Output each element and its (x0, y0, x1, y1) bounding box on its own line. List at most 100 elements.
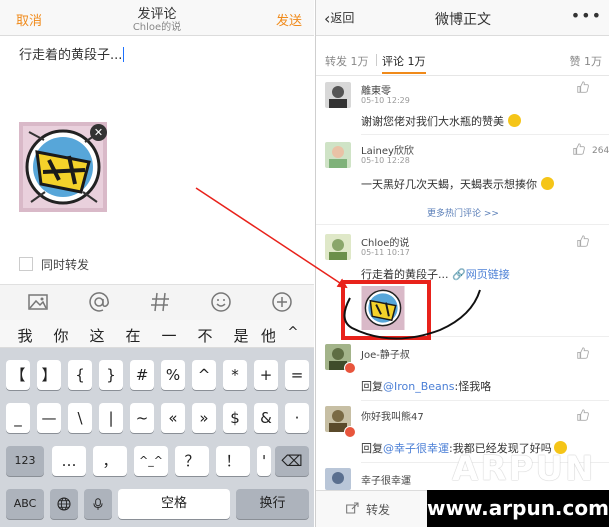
thumbs-up-icon[interactable] (572, 142, 586, 156)
repost-label: 同时转发 (41, 258, 90, 272)
remove-image-button[interactable]: ✕ (90, 124, 107, 141)
key[interactable]: ' (257, 446, 271, 476)
at-icon[interactable] (87, 290, 111, 314)
globe-icon[interactable] (50, 489, 78, 519)
reply-prefix: 回复 (361, 380, 383, 393)
comment-text: 谢谢您佬对我们大水瓶的赞美 (361, 113, 521, 129)
highlight-box (341, 280, 431, 340)
candidate-word[interactable]: 这 (87, 325, 107, 346)
key[interactable]: % (161, 360, 185, 390)
microphone-icon (93, 498, 103, 510)
emoji-smile-icon (507, 114, 521, 127)
key[interactable]: — (37, 403, 61, 433)
more-hot-comments-link[interactable]: 更多热门评论 >> (316, 206, 609, 219)
key[interactable]: 【 (6, 360, 30, 390)
weibo-detail-screen: ‹返回 微博正文 ••• 转发 1万 评论 1万 赞 1万 離東零 05-10 … (315, 0, 609, 527)
watermark-url: www.arpun.com (427, 490, 609, 527)
comment-author[interactable]: 你好我叫熊47 (361, 408, 424, 423)
key[interactable]: · (285, 403, 309, 433)
key[interactable]: = (285, 360, 309, 390)
avatar[interactable] (325, 82, 351, 108)
key[interactable]: | (99, 403, 123, 433)
key[interactable]: 】 (37, 360, 61, 390)
plus-icon[interactable] (270, 290, 294, 314)
avatar[interactable] (325, 142, 351, 168)
divider (361, 134, 609, 135)
emoji-icon[interactable] (209, 290, 233, 314)
key[interactable]: ^ (192, 360, 216, 390)
key[interactable]: \ (68, 403, 92, 433)
mention-link[interactable]: @幸子很幸運 (383, 442, 449, 455)
microphone-icon[interactable] (84, 489, 112, 519)
key[interactable]: » (192, 403, 216, 433)
thumbs-up-icon[interactable] (576, 234, 590, 248)
candidate-word[interactable]: 一 (159, 325, 179, 346)
abc-key[interactable]: ABC (6, 489, 44, 519)
key[interactable]: # (130, 360, 154, 390)
candidate-word[interactable]: 我 (15, 325, 35, 346)
key[interactable]: ！ (216, 446, 250, 476)
candidate-word[interactable]: 你 (51, 325, 71, 346)
candidate-word[interactable]: 他 (261, 325, 275, 346)
key[interactable]: { (68, 360, 92, 390)
tab-likes[interactable]: 赞 1万 (570, 53, 603, 69)
key[interactable]: } (99, 360, 123, 390)
comment-author[interactable]: Chloe的说 (361, 234, 409, 249)
globe-icon (57, 497, 71, 511)
return-key[interactable]: 换行 (236, 489, 309, 519)
candidate-word[interactable]: 在 (123, 325, 143, 346)
image-icon[interactable] (26, 290, 50, 314)
tab-comments[interactable]: 评论 1万 (382, 53, 426, 69)
key[interactable]: … (52, 446, 86, 476)
key[interactable]: $ (223, 403, 247, 433)
key[interactable]: ^_^ (134, 446, 168, 476)
repost-icon[interactable] (344, 501, 360, 517)
avatar[interactable] (325, 468, 351, 490)
candidate-word[interactable]: 不 (195, 325, 215, 346)
repost-button[interactable]: 转发 (366, 501, 390, 518)
candidate-word[interactable]: 是 (231, 325, 251, 346)
hashtag-icon[interactable] (148, 290, 172, 314)
detail-title: 微博正文 (435, 12, 491, 28)
compose-subtitle: Chloe的说 (132, 22, 182, 33)
mention-link[interactable]: @Iron_Beans (383, 380, 454, 393)
key[interactable]: * (223, 360, 247, 390)
collapse-candidates-icon[interactable]: ^ (283, 325, 303, 340)
key[interactable]: + (254, 360, 278, 390)
key[interactable]: _ (6, 403, 30, 433)
comment-author[interactable]: Joe-静子叔 (361, 346, 410, 361)
tab-reposts[interactable]: 转发 1万 (325, 53, 369, 69)
key[interactable]: & (254, 403, 278, 433)
comment-text-body: :怪我咯 (454, 380, 492, 393)
compose-comment-screen: 取消 发评论 Chloe的说 发送 行走着的黄段子... ✕ 同时转发 我 你 … (0, 0, 314, 527)
key[interactable]: « (161, 403, 185, 433)
web-link[interactable]: 🔗网页链接 (452, 268, 510, 281)
comment-time: 05-10 12:28 (361, 156, 410, 165)
thumbs-up-icon[interactable] (576, 408, 590, 422)
compose-header: 取消 发评论 Chloe的说 发送 (0, 0, 314, 36)
comment-author[interactable]: Lainey欣欣 (361, 142, 414, 157)
divider (316, 224, 609, 225)
send-button[interactable]: 发送 (276, 10, 302, 29)
comment-author[interactable]: 幸子很幸運 (361, 472, 411, 487)
comment-time: 05-11 10:17 (361, 248, 410, 257)
more-icon[interactable]: ••• (571, 6, 602, 25)
key[interactable]: ， (93, 446, 127, 476)
reply-prefix: 回复 (361, 442, 383, 455)
key[interactable]: ？ (175, 446, 209, 476)
numbers-key[interactable]: 123 (6, 446, 44, 476)
thumbs-up-icon[interactable] (576, 346, 590, 360)
comment-author[interactable]: 離東零 (361, 82, 391, 97)
key[interactable]: ~ (130, 403, 154, 433)
comment-input[interactable]: 行走着的黄段子... (19, 44, 125, 63)
comment-item: Lainey欣欣 05-10 12:28 一天黑好几次天蝎，天蝎表示想揍你 26… (316, 136, 609, 202)
repost-checkbox[interactable] (19, 257, 33, 271)
avatar[interactable] (325, 234, 351, 260)
comment-time: 05-10 12:29 (361, 96, 410, 105)
space-key[interactable]: 空格 (118, 489, 230, 519)
backspace-key[interactable]: ⌫ (275, 446, 309, 476)
comment-input-text: 行走着的黄段子... (19, 48, 123, 63)
comment-text: 一天黑好几次天蝎，天蝎表示想揍你 (361, 176, 554, 192)
screenshot-root: 取消 发评论 Chloe的说 发送 行走着的黄段子... ✕ 同时转发 我 你 … (0, 0, 609, 527)
thumbs-up-icon[interactable] (576, 80, 590, 94)
